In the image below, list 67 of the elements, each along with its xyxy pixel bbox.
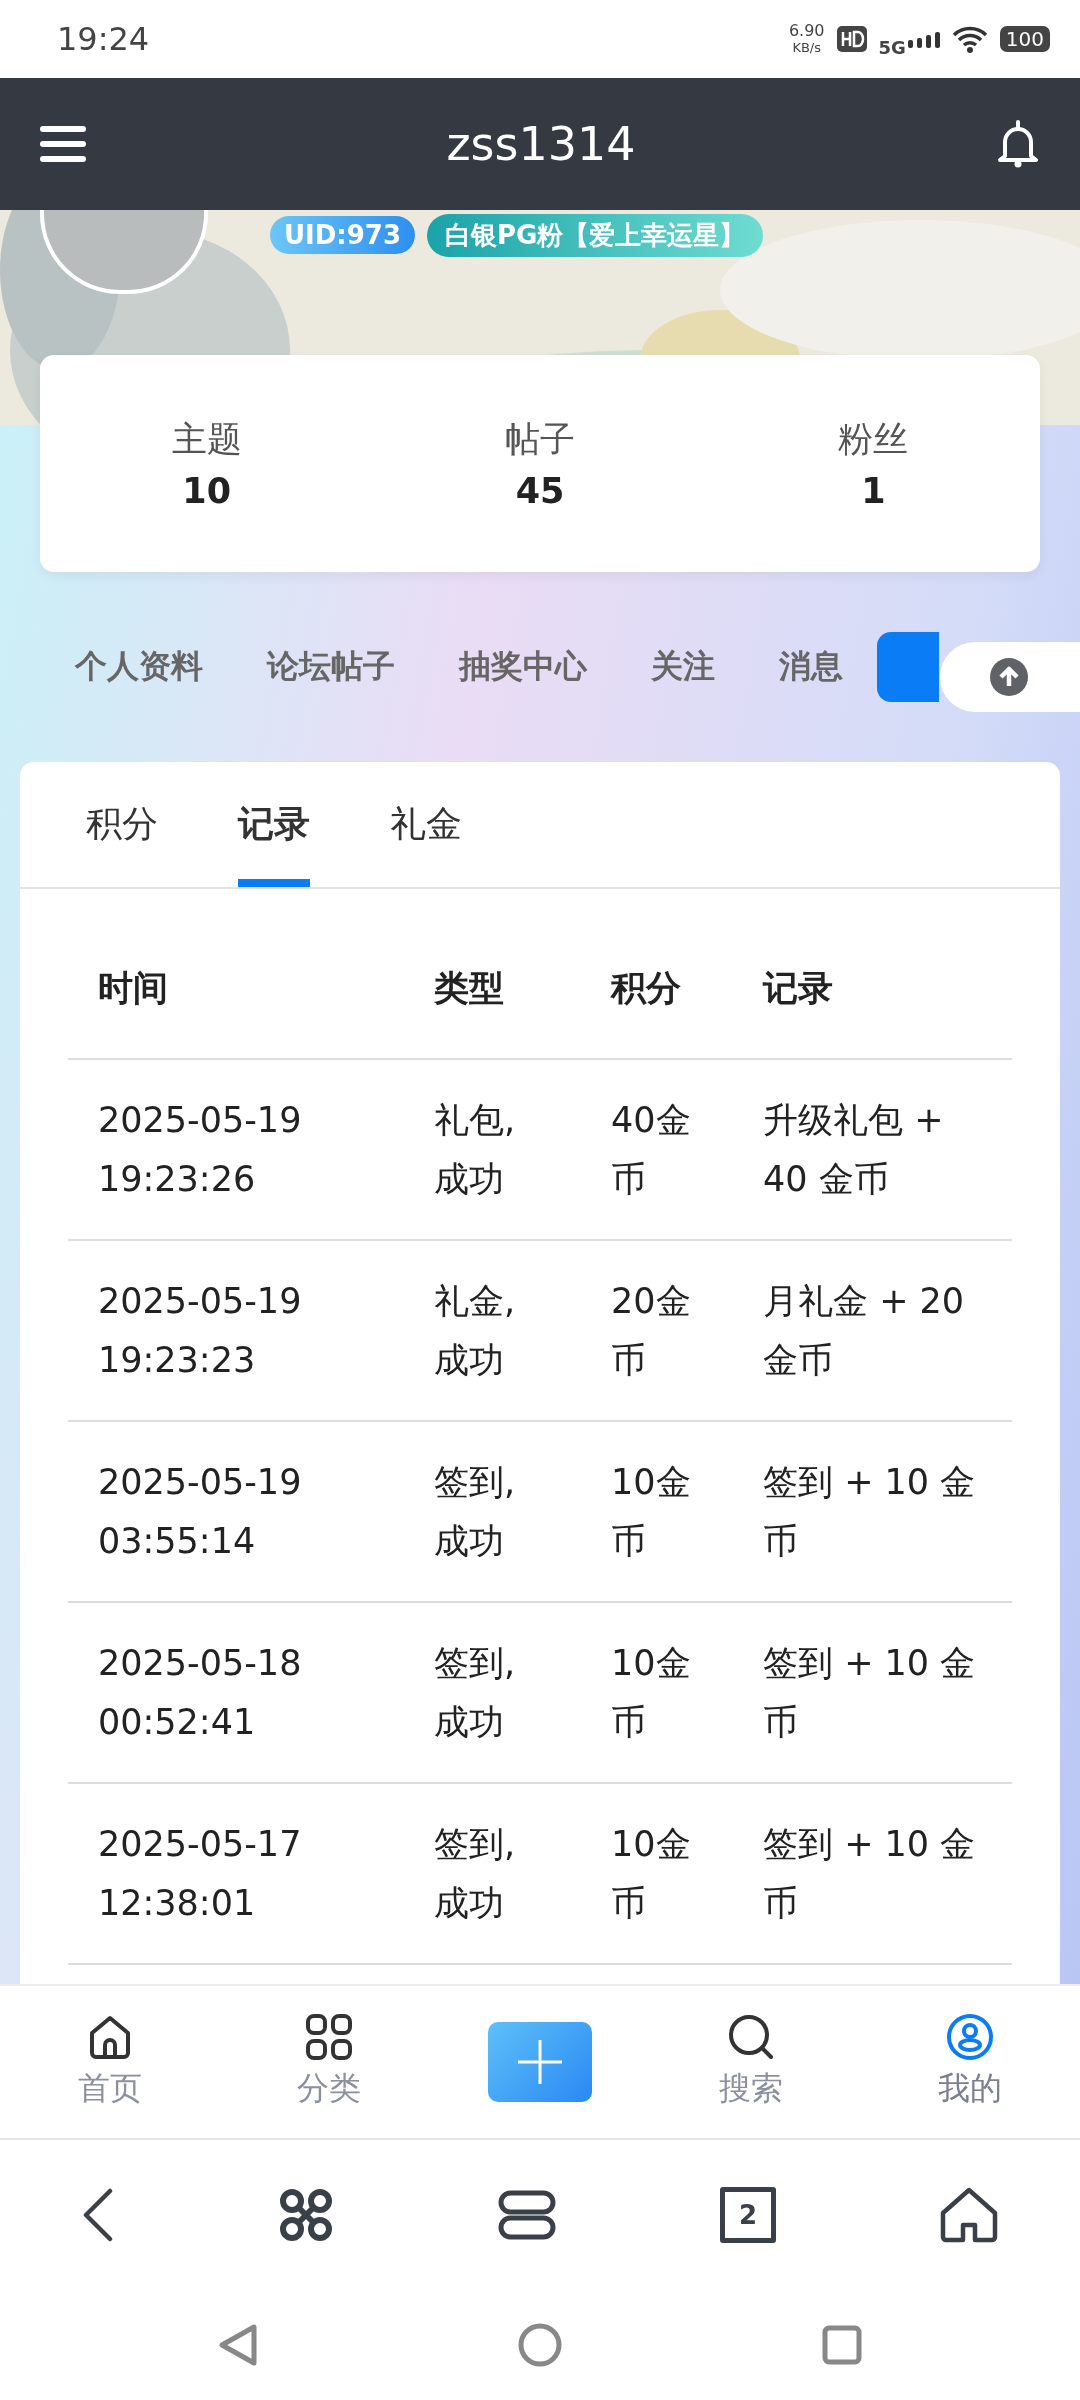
network-type: 5G — [878, 36, 906, 58]
stat-value: 45 — [515, 471, 565, 511]
recents-icon[interactable] — [822, 2325, 862, 2365]
nav-item[interactable]: 分类 — [268, 2013, 389, 2111]
table-cell-text: 2025-05-19 19:23:23 — [97, 1279, 303, 1382]
battery-level: 100 — [999, 26, 1050, 52]
table-cell-text: 升级礼包 + 40 金币 — [762, 1098, 945, 1201]
table-cell-text: 40金币 — [610, 1098, 692, 1201]
stat-label: 主题 — [171, 418, 242, 461]
profile-tab[interactable]: 抽奖中心 — [459, 645, 587, 689]
record-tab[interactable]: 积分 — [86, 762, 158, 887]
profile-tab[interactable]: 关注 — [651, 645, 715, 689]
network-speed: 6.90 KB/s — [788, 22, 825, 56]
home-icon[interactable] — [940, 2187, 998, 2243]
nav-item[interactable]: 首页 — [49, 2013, 170, 2111]
table-cell-text: 签到,成功 — [433, 1641, 517, 1744]
signal-icon — [907, 30, 940, 48]
stat-value: 1 — [861, 471, 886, 511]
stat-label: 粉丝 — [838, 418, 909, 461]
scroll-top-button[interactable] — [940, 642, 1080, 712]
stat-label: 帖子 — [505, 418, 575, 461]
nav-item[interactable]: 搜索 — [691, 2013, 812, 2111]
table-cell-text: 10金币 — [610, 1822, 692, 1925]
profile-tab[interactable]: 论坛帖子 — [267, 645, 395, 689]
table-cell-text: 20金币 — [610, 1279, 692, 1382]
search-icon — [727, 2013, 776, 2061]
grid-icon — [304, 2013, 353, 2061]
table-cell-text: 2025-05-18 00:52:41 — [97, 1641, 303, 1744]
plus-icon — [515, 2038, 564, 2086]
home-circle-icon[interactable] — [518, 2323, 562, 2367]
status-time: 19:24 — [57, 20, 150, 58]
nav-item[interactable]: 我的 — [910, 2013, 1031, 2111]
column-header: 积分 — [609, 967, 682, 1010]
table-cell-text: 10金币 — [610, 1460, 692, 1563]
user-icon — [946, 2013, 995, 2061]
table-cell-text: 签到 + 10 金币 — [762, 1822, 977, 1925]
menu-icon[interactable] — [40, 124, 86, 164]
table-cell-text: 2025-05-19 19:23:26 — [97, 1098, 303, 1201]
table-cell-text: 签到 + 10 金币 — [762, 1460, 977, 1563]
table-cell-text: 签到,成功 — [433, 1822, 517, 1925]
page-title: zss1314 — [446, 117, 636, 171]
tab-count-button[interactable]: 2 — [720, 2187, 776, 2243]
uid-badge: UID:973 — [270, 216, 416, 254]
table-cell-text: 2025-05-19 03:55:14 — [97, 1460, 303, 1563]
command-icon[interactable] — [278, 2187, 334, 2243]
table-cell-text: 礼金,成功 — [433, 1279, 517, 1382]
back-icon[interactable] — [82, 2188, 114, 2242]
table-cell-text: 礼包,成功 — [433, 1098, 517, 1201]
record-tab[interactable]: 记录 — [238, 762, 310, 887]
profile-tab[interactable]: 消息 — [779, 645, 843, 689]
table-cell-text: 2025-05-17 12:38:01 — [97, 1822, 303, 1925]
record-tab[interactable]: 礼金 — [390, 762, 462, 887]
column-header: 时间 — [97, 967, 169, 1010]
table-cell-text: 月礼金 + 20 金币 — [762, 1279, 966, 1382]
wifi-icon — [951, 25, 988, 53]
table-cell-text: 签到 + 10 金币 — [762, 1641, 977, 1744]
bell-icon[interactable] — [996, 120, 1040, 168]
stat-value: 10 — [182, 471, 231, 511]
column-header: 记录 — [761, 967, 834, 1010]
column-header: 类型 — [433, 967, 505, 1010]
tabs-stack-icon[interactable] — [498, 2190, 556, 2240]
profile-tab[interactable]: 个人资料 — [75, 645, 203, 689]
add-button[interactable] — [487, 2022, 592, 2102]
hd-icon — [836, 26, 867, 52]
rank-badge: 白银PG粉【爱上幸运星】 — [427, 213, 764, 257]
table-cell-text: 10金币 — [610, 1641, 692, 1744]
table-cell-text: 签到,成功 — [433, 1460, 517, 1563]
